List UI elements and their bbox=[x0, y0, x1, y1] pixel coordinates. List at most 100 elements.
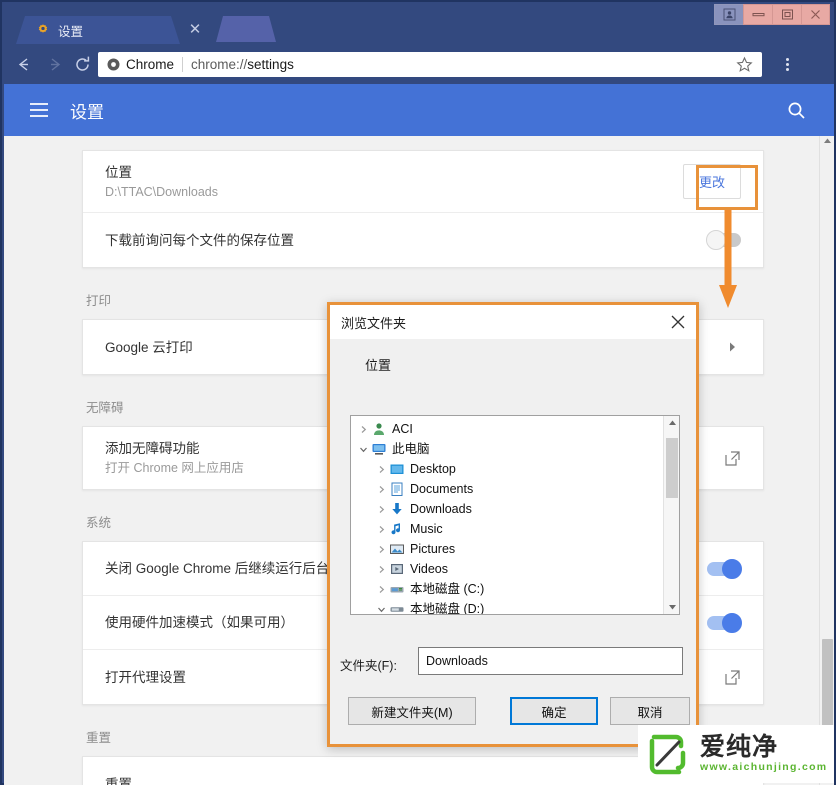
bookmark-star-icon[interactable] bbox=[736, 56, 753, 73]
tree-item-label: ACI bbox=[392, 422, 413, 436]
open-external-icon bbox=[724, 450, 741, 467]
tree-item[interactable]: Downloads bbox=[351, 499, 663, 519]
open-external-icon bbox=[724, 669, 741, 686]
user-icon bbox=[371, 421, 387, 437]
tree-item-label: 本地磁盘 (D:) bbox=[410, 602, 485, 615]
this-pc-icon bbox=[371, 441, 387, 457]
gear-icon bbox=[36, 23, 50, 37]
ask-before-download-row: 下载前询问每个文件的保存位置 bbox=[83, 213, 763, 267]
drive-icon bbox=[389, 601, 405, 614]
download-location-row: 位置 D:\TTAC\Downloads 更改 bbox=[83, 151, 763, 213]
desktop-folder-icon bbox=[389, 461, 405, 477]
scroll-up-arrow-icon bbox=[669, 420, 676, 425]
tree-item[interactable]: Desktop bbox=[351, 459, 663, 479]
tree-item-label: 此电脑 bbox=[392, 442, 430, 456]
background-apps-toggle[interactable] bbox=[707, 558, 742, 579]
watermark-url: www.aichunjing.com bbox=[700, 761, 828, 773]
chevron-right-icon[interactable] bbox=[355, 421, 371, 437]
tree-item-label: Pictures bbox=[410, 542, 456, 556]
omnibox-divider bbox=[182, 57, 184, 72]
ok-button[interactable]: 确定 bbox=[510, 697, 598, 725]
browser-tab-settings[interactable]: 设置 bbox=[16, 16, 180, 44]
downloads-card: 位置 D:\TTAC\Downloads 更改 下载前询问每个文件的保存位置 bbox=[82, 150, 764, 268]
chevron-right-icon[interactable] bbox=[373, 521, 389, 537]
aichunjing-logo-icon bbox=[649, 734, 686, 775]
watermark: 爱纯净 www.aichunjing.com bbox=[638, 725, 834, 783]
browse-folder-dialog: 浏览文件夹 位置 ACI 此电脑 Desktop Documents Downl… bbox=[327, 302, 699, 747]
minimize-button[interactable] bbox=[743, 4, 772, 25]
forward-arrow-icon[interactable] bbox=[44, 54, 64, 74]
new-folder-button[interactable]: 新建文件夹(M) bbox=[348, 697, 476, 725]
tree-item[interactable]: Videos bbox=[351, 559, 663, 579]
tab-strip: 设置 ✕ bbox=[2, 2, 834, 44]
watermark-text: 爱纯净 www.aichunjing.com bbox=[700, 734, 827, 774]
scroll-up-arrow-icon bbox=[824, 138, 831, 143]
tree-item-label: Downloads bbox=[410, 502, 472, 516]
chevron-right-icon[interactable] bbox=[373, 481, 389, 497]
tree-item-label: Desktop bbox=[410, 462, 456, 476]
browser-window: 设置 ✕ Chrome chrome://settings 设置 位置 D:\T… bbox=[0, 0, 836, 785]
dialog-title: 浏览文件夹 bbox=[341, 315, 407, 331]
system-drive-icon bbox=[389, 581, 405, 597]
back-arrow-icon[interactable] bbox=[14, 54, 34, 74]
url-prefix: chrome:// bbox=[191, 57, 248, 72]
page-title: 设置 bbox=[70, 102, 104, 122]
chevron-down-icon[interactable] bbox=[355, 441, 371, 457]
tree-item[interactable]: Pictures bbox=[351, 539, 663, 559]
tree-item[interactable]: Music bbox=[351, 519, 663, 539]
tree-item[interactable]: 本地磁盘 (D:) bbox=[351, 599, 663, 615]
tree-item[interactable]: ACI bbox=[351, 419, 663, 439]
url-page: settings bbox=[247, 57, 294, 72]
tree-item-label: Videos bbox=[410, 562, 448, 576]
tree-item-label: 本地磁盘 (C:) bbox=[410, 582, 485, 596]
chevron-down-icon[interactable] bbox=[373, 601, 389, 614]
reload-icon[interactable] bbox=[72, 54, 92, 74]
documents-folder-icon bbox=[389, 481, 405, 497]
user-profile-button[interactable] bbox=[714, 4, 743, 25]
tab-close-button[interactable]: ✕ bbox=[188, 22, 202, 37]
cancel-button[interactable]: 取消 bbox=[610, 697, 690, 725]
new-tab-button[interactable] bbox=[216, 16, 276, 42]
annotation-highlight-box bbox=[696, 165, 758, 210]
hardware-accel-toggle[interactable] bbox=[707, 612, 742, 633]
close-window-button[interactable] bbox=[801, 4, 830, 25]
tab-title: 设置 bbox=[58, 24, 84, 39]
tree-item[interactable]: 本地磁盘 (C:) bbox=[351, 579, 663, 599]
folder-tree[interactable]: ACI 此电脑 Desktop Documents Downloads Musi… bbox=[350, 415, 680, 615]
watermark-name: 爱纯净 bbox=[700, 733, 779, 761]
folder-name-input[interactable]: Downloads bbox=[418, 647, 683, 675]
close-icon[interactable] bbox=[668, 312, 688, 332]
dialog-titlebar: 浏览文件夹 bbox=[330, 305, 696, 339]
window-controls bbox=[714, 4, 830, 25]
chevron-right-icon[interactable] bbox=[373, 561, 389, 577]
tree-item-label: Music bbox=[410, 522, 443, 536]
page-scrollbar[interactable] bbox=[819, 136, 834, 785]
ask-before-download-label: 下载前询问每个文件的保存位置 bbox=[105, 232, 294, 248]
three-dots-icon[interactable] bbox=[777, 54, 797, 74]
search-icon[interactable] bbox=[787, 101, 806, 120]
chevron-right-icon bbox=[723, 338, 741, 356]
tree-scrollbar-thumb[interactable] bbox=[666, 438, 678, 498]
address-bar[interactable]: Chrome chrome://settings bbox=[98, 52, 762, 77]
settings-header: 设置 bbox=[4, 84, 834, 136]
folder-field-label: 文件夹(F): bbox=[340, 659, 397, 673]
chrome-icon bbox=[107, 58, 120, 71]
download-location-label: 位置 bbox=[105, 164, 132, 180]
down-arrow-annotation bbox=[719, 207, 737, 308]
omnibox-scheme-label: Chrome bbox=[126, 57, 175, 72]
videos-folder-icon bbox=[389, 561, 405, 577]
hamburger-icon[interactable] bbox=[30, 103, 48, 117]
tree-item[interactable]: 此电脑 bbox=[351, 439, 663, 459]
chevron-right-icon[interactable] bbox=[373, 501, 389, 517]
tree-scrollbar[interactable] bbox=[663, 416, 679, 614]
dialog-location-label: 位置 bbox=[365, 358, 392, 373]
tree-item-label: Documents bbox=[410, 482, 474, 496]
chevron-right-icon[interactable] bbox=[373, 541, 389, 557]
chevron-right-icon[interactable] bbox=[373, 581, 389, 597]
maximize-button[interactable] bbox=[772, 4, 801, 25]
pictures-folder-icon bbox=[389, 541, 405, 557]
omnibox-url: chrome://settings bbox=[191, 57, 294, 72]
downloads-folder-icon bbox=[389, 501, 405, 517]
chevron-right-icon[interactable] bbox=[373, 461, 389, 477]
tree-item[interactable]: Documents bbox=[351, 479, 663, 499]
